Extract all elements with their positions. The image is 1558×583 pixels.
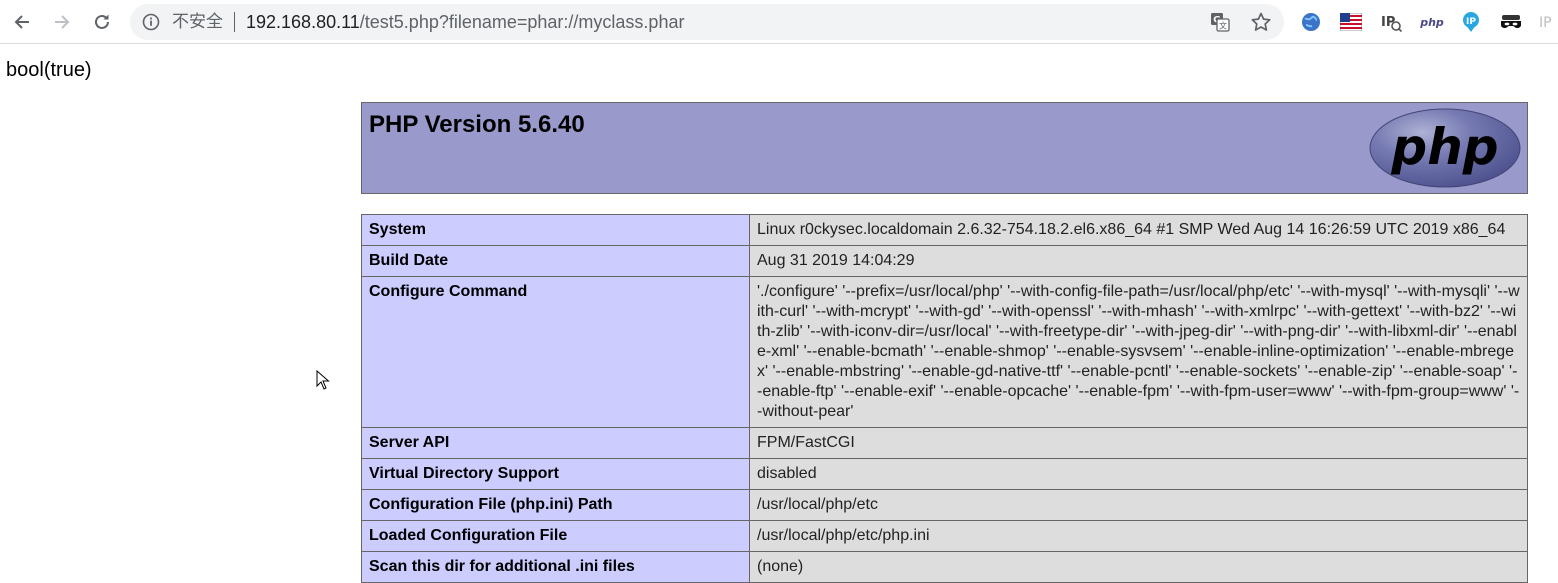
ip-icon[interactable]: IP — [1538, 11, 1558, 33]
globe-icon[interactable] — [1300, 11, 1322, 33]
url-text[interactable]: 192.168.80.11/test5.php?filename=phar://… — [246, 12, 684, 32]
forward-button[interactable] — [48, 8, 76, 36]
row-value: './configure' '--prefix=/usr/local/php' … — [749, 276, 1528, 428]
security-label[interactable]: 不安全 — [172, 13, 223, 31]
svg-text:文: 文 — [1219, 21, 1227, 31]
url-host: 192.168.80.11 — [246, 12, 360, 32]
flag-icon[interactable] — [1340, 11, 1362, 33]
url-path: /test5.php?filename=phar://myclass.phar — [359, 12, 685, 32]
arrow-left-icon — [14, 15, 29, 29]
table-row: Scan this dir for additional .ini files … — [361, 551, 1528, 583]
arrow-right-icon — [55, 15, 70, 29]
ip-label: IP — [1539, 15, 1552, 31]
reload-button[interactable] — [88, 8, 116, 36]
table-row: Build Date Aug 31 2019 14:04:29 — [361, 245, 1528, 277]
back-button[interactable] — [8, 8, 36, 36]
table-row: Loaded Configuration File /usr/local/php… — [361, 520, 1528, 552]
row-value: disabled — [749, 458, 1528, 490]
ip-pin-icon[interactable]: IP — [1460, 11, 1482, 33]
separator — [234, 12, 235, 32]
phpinfo-header: PHP Version 5.6.40 php — [361, 102, 1528, 194]
row-value: /usr/local/php/etc — [749, 489, 1528, 521]
row-value: FPM/FastCGI — [749, 427, 1528, 459]
mouse-cursor-icon — [316, 370, 330, 390]
row-label: System — [361, 214, 750, 246]
php-logo-icon[interactable]: php — [1369, 108, 1521, 188]
row-value: Linux r0ckysec.localdomain 2.6.32-754.18… — [749, 214, 1528, 246]
php-version-title: PHP Version 5.6.40 — [369, 111, 585, 138]
table-row: Virtual Directory Support disabled — [361, 458, 1528, 490]
row-label: Configure Command — [361, 276, 750, 428]
table-row: Configure Command './configure' '--prefi… — [361, 276, 1528, 428]
row-value: /usr/local/php/etc/php.ini — [749, 520, 1528, 552]
address-bar[interactable]: 不安全 192.168.80.11/test5.php?filename=pha… — [130, 4, 1284, 40]
php-icon[interactable]: php — [1419, 11, 1445, 33]
row-label: Scan this dir for additional .ini files — [361, 551, 750, 583]
info-icon[interactable] — [142, 13, 160, 31]
svg-text:IP: IP — [1466, 17, 1476, 27]
row-label: Server API — [361, 427, 750, 459]
row-label: Loaded Configuration File — [361, 520, 750, 552]
browser-toolbar: 不安全 192.168.80.11/test5.php?filename=pha… — [0, 0, 1558, 44]
row-value: (none) — [749, 551, 1528, 583]
table-row: Server API FPM/FastCGI — [361, 427, 1528, 459]
php-ext-label: php — [1419, 16, 1444, 29]
bookmark-star-icon[interactable] — [1250, 11, 1272, 33]
phpinfo-table: System Linux r0ckysec.localdomain 2.6.32… — [361, 214, 1528, 583]
row-value: Aug 31 2019 14:04:29 — [749, 245, 1528, 277]
row-label: Virtual Directory Support — [361, 458, 750, 490]
mask-icon[interactable] — [1500, 11, 1522, 33]
translate-icon[interactable]: G 文 — [1210, 12, 1230, 32]
table-row: Configuration File (php.ini) Path /usr/l… — [361, 489, 1528, 521]
php-logo-text: php — [1390, 118, 1498, 176]
row-label: Configuration File (php.ini) Path — [361, 489, 750, 521]
ip-icon[interactable]: IP — [1380, 11, 1402, 33]
script-output: bool(true) — [6, 59, 92, 81]
table-row: System Linux r0ckysec.localdomain 2.6.32… — [361, 214, 1528, 246]
row-label: Build Date — [361, 245, 750, 277]
reload-icon — [95, 14, 109, 29]
